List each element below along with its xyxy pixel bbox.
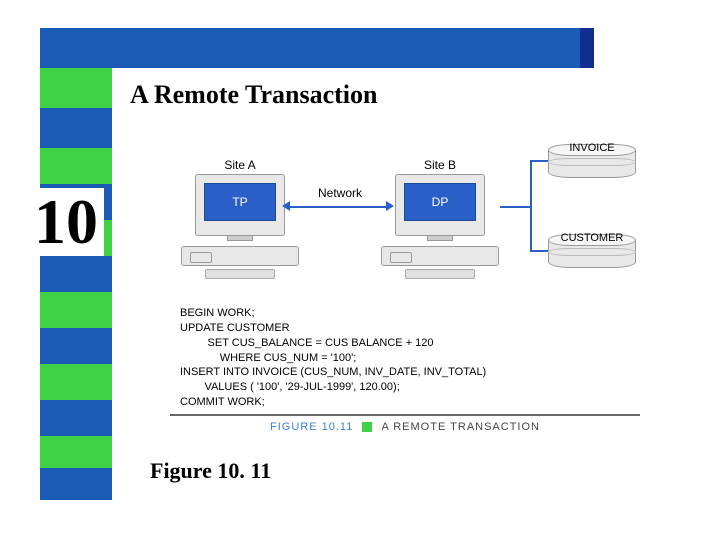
computer-site-b: Site B DP xyxy=(380,158,500,279)
monitor-icon: TP xyxy=(195,174,285,236)
site-a-role: TP xyxy=(204,183,276,221)
database-cylinder-invoice: INVOICE xyxy=(548,144,636,178)
cylinder-label: INVOICE xyxy=(548,142,636,154)
arrow-right-icon xyxy=(386,201,394,211)
divider-line xyxy=(170,414,640,416)
sql-line: COMMIT WORK; xyxy=(180,396,265,408)
computer-base-icon xyxy=(381,246,499,266)
sql-line: UPDATE CUSTOMER xyxy=(180,322,290,334)
slide: 10 A Remote Transaction Site A TP Site B… xyxy=(0,0,720,540)
sql-block: BEGIN WORK; UPDATE CUSTOMER SET CUS_BALA… xyxy=(180,306,486,410)
sql-line: SET CUS_BALANCE = CUS BALANCE + 120 xyxy=(208,337,434,349)
connector-line xyxy=(500,206,530,208)
sql-line: VALUES ( '100', '29-JUL-1999', 120.00); xyxy=(204,381,399,393)
keyboard-icon xyxy=(405,269,475,279)
header-stripe xyxy=(580,28,594,68)
sql-line: BEGIN WORK; xyxy=(180,307,255,319)
connector-line xyxy=(530,160,532,252)
site-b-role: DP xyxy=(404,183,476,221)
computer-base-icon xyxy=(181,246,299,266)
figure-caption: Figure 10. 11 xyxy=(150,458,271,484)
connector-line xyxy=(530,250,548,252)
database-cylinder-customer: CUSTOMER xyxy=(548,234,636,268)
square-icon xyxy=(362,422,372,432)
network-label: Network xyxy=(318,186,362,200)
computer-site-a: Site A TP xyxy=(180,158,300,279)
chapter-number: 10 xyxy=(28,188,104,256)
network-line xyxy=(288,206,388,208)
arrow-left-icon xyxy=(282,201,290,211)
cylinder-label: CUSTOMER xyxy=(548,232,636,244)
site-a-label: Site A xyxy=(180,158,300,172)
slide-title: A Remote Transaction xyxy=(130,80,377,110)
sql-line: INSERT INTO INVOICE (CUS_NUM, INV_DATE, … xyxy=(180,366,486,378)
site-b-label: Site B xyxy=(380,158,500,172)
connector-line xyxy=(530,160,548,162)
figure-caption-line: FIGURE 10.11 A REMOTE TRANSACTION xyxy=(270,421,540,433)
figure-title: A REMOTE TRANSACTION xyxy=(381,421,540,433)
sidebar-bands xyxy=(40,28,112,494)
header-bar xyxy=(40,28,580,68)
sql-line: WHERE CUS_NUM = '100'; xyxy=(220,352,357,364)
diagram: Site A TP Site B DP Network INVOICE xyxy=(170,138,640,438)
monitor-icon: DP xyxy=(395,174,485,236)
keyboard-icon xyxy=(205,269,275,279)
figure-number: FIGURE 10.11 xyxy=(270,421,353,433)
